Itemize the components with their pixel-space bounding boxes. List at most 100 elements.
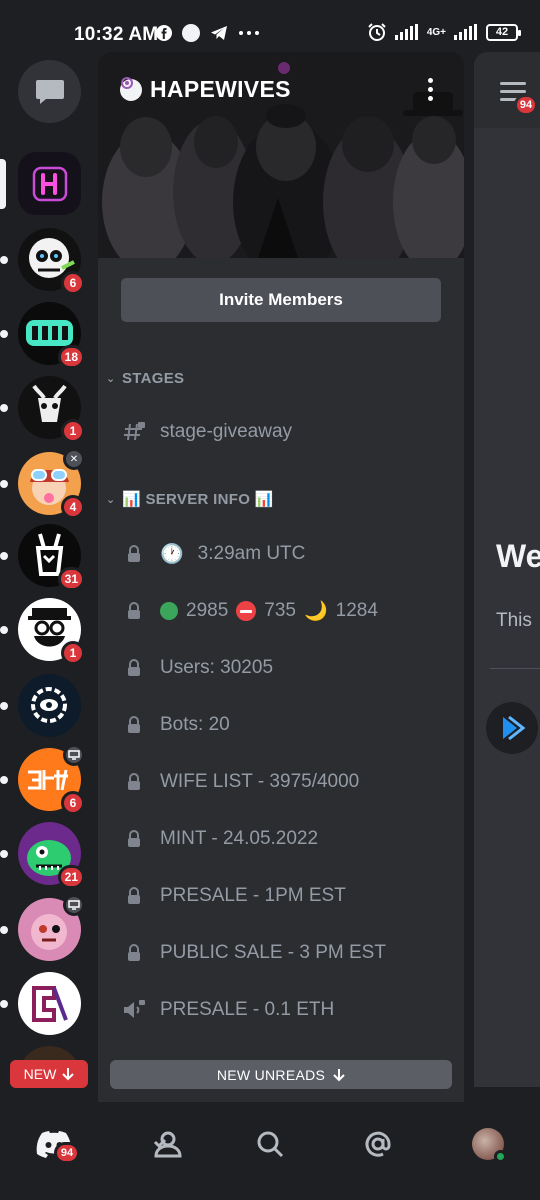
- unread-indicator: [0, 850, 8, 858]
- channel-label: MINT - 24.05.2022: [160, 828, 319, 849]
- server-icon[interactable]: 21: [0, 822, 85, 889]
- server-menu-icon[interactable]: [428, 78, 434, 105]
- channel-bots[interactable]: Bots: 20: [122, 710, 230, 740]
- notification-dot-icon: [182, 24, 200, 42]
- unread-indicator: [0, 926, 8, 934]
- status-time: 10:32 AM: [74, 24, 159, 45]
- channel-wife-list[interactable]: WIFE LIST - 3975/4000: [122, 767, 359, 797]
- no-entry-icon: [236, 601, 257, 621]
- server-icon[interactable]: 31: [0, 524, 85, 591]
- channel-label: Users: 30205: [160, 657, 274, 678]
- chevron-down-icon: ⌄: [106, 493, 116, 506]
- unread-indicator: [0, 480, 8, 488]
- lock-icon: [122, 830, 146, 848]
- unread-indicator: [0, 702, 8, 710]
- category-stages[interactable]: ⌄ STAGES: [106, 370, 184, 387]
- channel-presale-price[interactable]: PRESALE - 0.1 ETH: [122, 995, 334, 1025]
- server-icon[interactable]: ✕ 4: [0, 448, 85, 519]
- divider: [490, 668, 540, 669]
- server-icon[interactable]: 1: [0, 598, 85, 665]
- server-icon[interactable]: [0, 674, 81, 737]
- channel-label: PRESALE - 0.1 ETH: [160, 999, 335, 1020]
- monitor-badge: [63, 894, 85, 916]
- chat-panel-peek[interactable]: 94 We This: [474, 52, 540, 1087]
- unread-indicator: [0, 404, 8, 412]
- channel-time[interactable]: 🕐 3:29am UTC: [122, 539, 305, 569]
- avatar: [472, 1128, 507, 1163]
- eye-flower-icon: [31, 687, 67, 723]
- channel-member-status[interactable]: 2985 735 🌙 1284: [122, 596, 378, 626]
- tab-mentions[interactable]: [356, 1124, 400, 1164]
- monitor-icon: [68, 750, 80, 760]
- crescent-moon-icon: 🌙: [303, 601, 328, 622]
- lock-icon: [122, 773, 146, 791]
- welcome-heading: We: [496, 538, 540, 574]
- channel-users[interactable]: Users: 30205: [122, 653, 273, 683]
- facebook-icon: [156, 25, 172, 41]
- server-icon[interactable]: [0, 972, 81, 1035]
- lock-icon: [122, 659, 146, 677]
- server-icon[interactable]: [0, 894, 85, 961]
- verified-badge-icon: [120, 77, 142, 101]
- channel-label: WIFE LIST - 3975/4000: [160, 771, 360, 792]
- tab-profile[interactable]: [466, 1124, 510, 1164]
- lock-icon: [122, 602, 146, 620]
- server-icon[interactable]: 6: [0, 228, 85, 295]
- green-circle-icon: [160, 602, 178, 620]
- online-count: 2985: [186, 600, 229, 621]
- mute-badge: ✕: [63, 448, 85, 470]
- unread-indicator: [0, 776, 8, 784]
- hapewives-logo-icon: [32, 166, 67, 201]
- unread-indicator: [0, 626, 8, 634]
- channel-mint[interactable]: MINT - 24.05.2022: [122, 824, 318, 854]
- lock-icon: [122, 944, 146, 962]
- new-unreads-jump-button[interactable]: NEW: [10, 1060, 88, 1088]
- unread-badge: 4: [61, 495, 85, 519]
- mention-badge: 94: [514, 94, 538, 116]
- unread-indicator: [0, 1000, 8, 1008]
- unread-badge: 6: [61, 791, 85, 815]
- bottom-nav: 94: [0, 1102, 540, 1200]
- at-sign-icon: [365, 1131, 391, 1157]
- new-unreads-label: NEW UNREADS: [216, 1066, 326, 1083]
- tab-search[interactable]: [248, 1124, 292, 1164]
- channel-panel: HAPEWIVES Invite Members ⌄ STAGES stage-…: [98, 52, 464, 1102]
- signal-icon: [394, 24, 418, 40]
- server-icon[interactable]: 6: [0, 744, 85, 815]
- arrow-down-icon: [333, 1068, 345, 1081]
- new-label: NEW: [23, 1066, 57, 1082]
- channel-label: stage-giveaway: [160, 421, 293, 442]
- server-banner[interactable]: HAPEWIVES: [98, 52, 464, 258]
- clock-emoji-icon: 🕐: [160, 544, 184, 565]
- server-icon-hapewives[interactable]: [0, 152, 81, 215]
- search-icon: [257, 1131, 284, 1158]
- friends-icon: [153, 1131, 182, 1158]
- category-label: STAGES: [122, 370, 185, 387]
- server-rail: 6 18 1 ✕ 4 31 1 6 21: [0, 52, 98, 1102]
- new-unreads-bar[interactable]: NEW UNREADS: [110, 1060, 452, 1089]
- monitor-badge: [63, 744, 85, 766]
- channel-stage-giveaway[interactable]: stage-giveaway: [122, 417, 292, 447]
- server-icon[interactable]: 18: [0, 302, 85, 369]
- channel-presale-time[interactable]: PRESALE - 1PM EST: [122, 881, 346, 911]
- invite-members-button[interactable]: Invite Members: [121, 278, 441, 322]
- dnd-count: 735: [264, 600, 296, 621]
- tab-friends[interactable]: [146, 1124, 190, 1164]
- monitor-icon: [68, 900, 80, 910]
- direct-messages-button[interactable]: [18, 60, 81, 123]
- unread-badge: 6: [61, 271, 85, 295]
- welcome-text: This: [496, 610, 532, 631]
- unread-badge: 18: [57, 345, 85, 369]
- arrow-down-icon: [62, 1068, 75, 1081]
- telegram-icon: [211, 26, 227, 40]
- chevron-right-icon: [503, 715, 526, 741]
- system-icons: 4G+ 42: [367, 22, 521, 42]
- channel-public-sale[interactable]: PUBLIC SALE - 3 PM EST: [122, 938, 386, 968]
- server-name[interactable]: HAPEWIVES: [120, 76, 291, 103]
- onboarding-icon[interactable]: [486, 702, 538, 754]
- server-icon[interactable]: 1: [0, 376, 85, 443]
- category-server-info[interactable]: ⌄ 📊 SERVER INFO 📊: [106, 490, 274, 508]
- unread-badge: 31: [57, 567, 85, 591]
- lock-icon: [122, 545, 146, 563]
- home-badge: 94: [54, 1142, 80, 1164]
